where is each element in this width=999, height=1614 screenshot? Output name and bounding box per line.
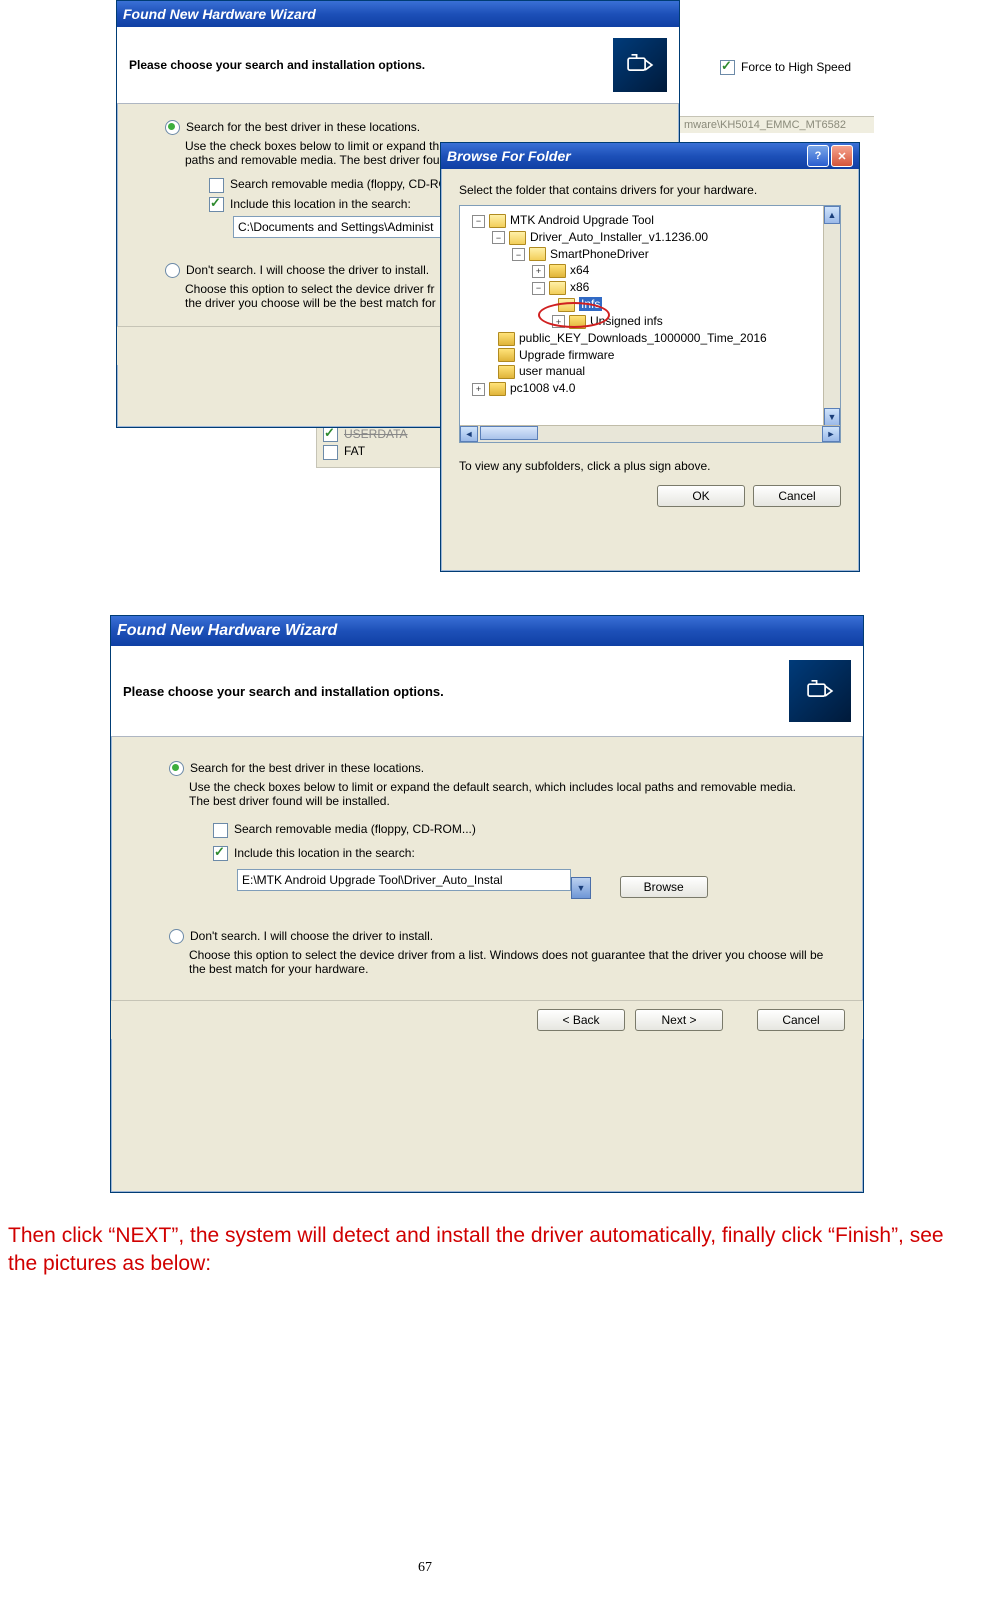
check-include-label-2: Include this location in the search: [234, 846, 415, 860]
wizard-graphic-icon [613, 38, 667, 92]
check-removable-media[interactable] [209, 178, 224, 193]
search-hint-text-2: Use the check boxes below to limit or ex… [189, 780, 809, 808]
bg-fat-label: FAT [344, 444, 365, 458]
wizard2-titlebar: Found New Hardware Wizard [111, 616, 863, 646]
radio-search-best[interactable] [165, 120, 180, 135]
radio-search-best-label: Search for the best driver in these loca… [186, 120, 420, 134]
tree-node-x86[interactable]: x86 [570, 280, 589, 294]
browse-prompt: Select the folder that contains drivers … [441, 169, 859, 197]
browse-button[interactable]: Browse [620, 876, 708, 898]
instruction-text: Then click “NEXT”, the system will detec… [8, 1222, 978, 1279]
browse-cancel-button[interactable]: Cancel [753, 485, 841, 507]
tree-node-pc1008[interactable]: pc1008 v4.0 [510, 381, 575, 395]
radio-dont-search[interactable] [165, 263, 180, 278]
next-button[interactable]: Next > [635, 1009, 723, 1031]
browse-folder-dialog: Browse For Folder ? ✕ Select the folder … [440, 142, 860, 572]
tree-hscroll[interactable]: ◄ ► [460, 425, 840, 442]
wizard2-title: Found New Hardware Wizard [117, 622, 337, 640]
check-include-location-2[interactable] [213, 846, 228, 861]
scroll-left-icon[interactable]: ◄ [460, 426, 478, 442]
close-icon[interactable]: ✕ [831, 145, 853, 167]
browse-ok-button[interactable]: OK [657, 485, 745, 507]
wizard1-heading: Please choose your search and installati… [129, 58, 425, 72]
path-dropdown-icon[interactable]: ▼ [571, 877, 591, 899]
tree-node-infs[interactable]: Infs [579, 297, 602, 311]
cancel-button-2[interactable]: Cancel [757, 1009, 845, 1031]
help-icon[interactable]: ? [807, 145, 829, 167]
page-number: 67 [418, 1560, 432, 1576]
check-removable-label: Search removable media (floppy, CD-RO [230, 177, 448, 191]
wizard-graphic-icon-2 [789, 660, 851, 722]
radio-search-best-2[interactable] [169, 761, 184, 776]
radio-search-best-label-2: Search for the best driver in these loca… [190, 761, 424, 775]
back-button-2[interactable]: < Back [537, 1009, 625, 1031]
bg-partition-list: USERDATA FAT [316, 426, 442, 468]
check-removable-media-2[interactable] [213, 823, 228, 838]
force-high-speed-label: Force to High Speed [741, 60, 851, 74]
bg-userdata-label: USERDATA [344, 427, 408, 441]
location-path-input-2[interactable]: E:\MTK Android Upgrade Tool\Driver_Auto_… [237, 869, 571, 891]
radio-dont-search-label: Don't search. I will choose the driver t… [186, 263, 429, 277]
check-include-label: Include this location in the search: [230, 197, 411, 211]
wizard1-title: Found New Hardware Wizard [123, 6, 316, 22]
tree-node-unsigned[interactable]: Unsigned infs [590, 314, 663, 328]
scroll-up-icon[interactable]: ▲ [824, 206, 840, 224]
bg-path-cell: mware\KH5014_EMMC_MT6582 [678, 116, 874, 133]
tree-node-manual[interactable]: user manual [519, 364, 585, 378]
radio-dont-search-label-2: Don't search. I will choose the driver t… [190, 929, 433, 943]
hardware-wizard-window-2: Found New Hardware Wizard Please choose … [110, 615, 864, 1193]
tree-node-publickey[interactable]: public_KEY_Downloads_1000000_Time_2016 [519, 331, 767, 345]
check-removable-label-2: Search removable media (floppy, CD-ROM..… [234, 822, 476, 836]
tree-node-mtk[interactable]: MTK Android Upgrade Tool [510, 213, 654, 227]
tree-node-x64[interactable]: x64 [570, 263, 589, 277]
tree-node-driver-auto[interactable]: Driver_Auto_Installer_v1.1236.00 [530, 230, 708, 244]
tree-vscroll[interactable]: ▲ ▼ [823, 206, 840, 426]
wizard1-titlebar: Found New Hardware Wizard [117, 1, 679, 27]
browse-titlebar[interactable]: Browse For Folder ? ✕ [441, 143, 859, 169]
wizard2-heading: Please choose your search and installati… [123, 684, 444, 699]
scroll-right-icon[interactable]: ► [822, 426, 840, 442]
radio-dont-search-2[interactable] [169, 929, 184, 944]
browse-title: Browse For Folder [447, 148, 571, 164]
scroll-down-icon[interactable]: ▼ [824, 408, 840, 426]
folder-tree[interactable]: −MTK Android Upgrade Tool −Driver_Auto_I… [459, 205, 841, 443]
browse-footer-hint: To view any subfolders, click a plus sig… [441, 443, 859, 473]
tree-node-upgrade[interactable]: Upgrade firmware [519, 348, 614, 362]
dont-search-hint-text-2: Choose this option to select the device … [189, 948, 829, 976]
force-high-speed-checkbox[interactable]: Force to High Speed [720, 60, 851, 75]
check-include-location[interactable] [209, 197, 224, 212]
tree-node-smartphone[interactable]: SmartPhoneDriver [550, 247, 649, 261]
